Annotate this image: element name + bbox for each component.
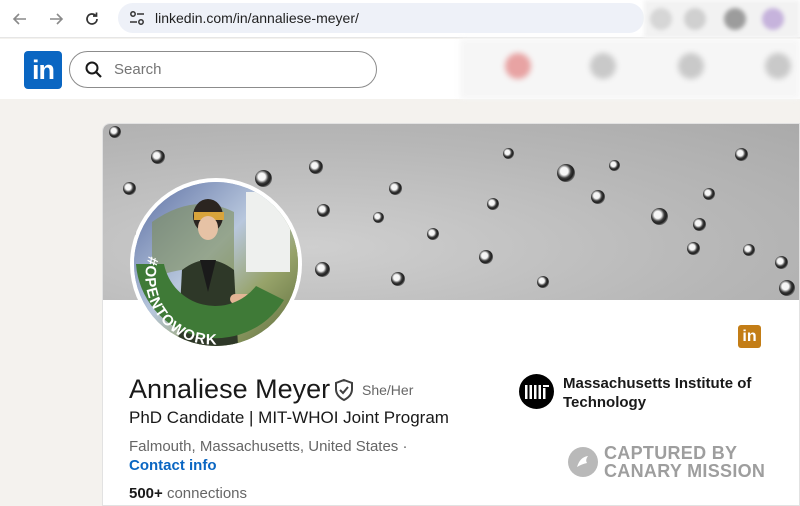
watermark-line1: CAPTURED BY (604, 443, 738, 463)
education-school[interactable]: Massachusetts Institute of Technology (563, 374, 763, 412)
profile-name: Annaliese Meyer (129, 374, 331, 404)
search-input[interactable] (114, 61, 354, 78)
search-bar[interactable] (69, 51, 377, 88)
arrow-right-icon (50, 13, 64, 25)
site-settings-icon[interactable] (128, 10, 146, 26)
back-button[interactable] (9, 8, 31, 30)
blurred-browser-extensions (644, 0, 800, 38)
pronouns: She/Her (362, 382, 414, 398)
search-icon (85, 61, 102, 78)
mit-logo-icon (524, 384, 549, 399)
connections-label: connections (162, 485, 248, 502)
reload-icon (86, 12, 98, 25)
avatar[interactable]: #OPENTOWORK (134, 182, 298, 346)
arrow-left-icon (12, 13, 26, 25)
captured-by-watermark: CAPTURED BY CANARY MISSION (604, 444, 765, 480)
watermark-line2: CANARY MISSION (604, 461, 766, 481)
canary-bird-icon (577, 456, 588, 467)
blurred-nav-icons (460, 39, 800, 99)
open-to-work-frame: #OPENTOWORK (136, 255, 284, 346)
verified-shield-icon[interactable] (333, 378, 355, 402)
forward-button[interactable] (45, 8, 67, 30)
linkedin-premium-badge: in (738, 325, 761, 348)
profile-location: Falmouth, Massachusetts, United States · (129, 438, 408, 455)
url-text[interactable]: linkedin.com/in/annaliese-meyer/ (155, 10, 359, 26)
connections-number: 500+ (129, 485, 163, 502)
address-bar[interactable]: linkedin.com/in/annaliese-meyer/ (118, 3, 644, 33)
mit-logo[interactable] (519, 374, 554, 409)
browser-toolbar: linkedin.com/in/annaliese-meyer/ (0, 0, 800, 38)
linkedin-top-nav: in (0, 39, 800, 99)
linkedin-logo[interactable]: in (24, 51, 62, 89)
reload-button[interactable] (81, 8, 103, 30)
canary-mission-logo (568, 447, 598, 477)
connections-count[interactable]: 500+ connections (129, 485, 247, 502)
contact-info-link[interactable]: Contact info (129, 457, 217, 474)
profile-headline: PhD Candidate | MIT-WHOI Joint Program (129, 408, 449, 427)
